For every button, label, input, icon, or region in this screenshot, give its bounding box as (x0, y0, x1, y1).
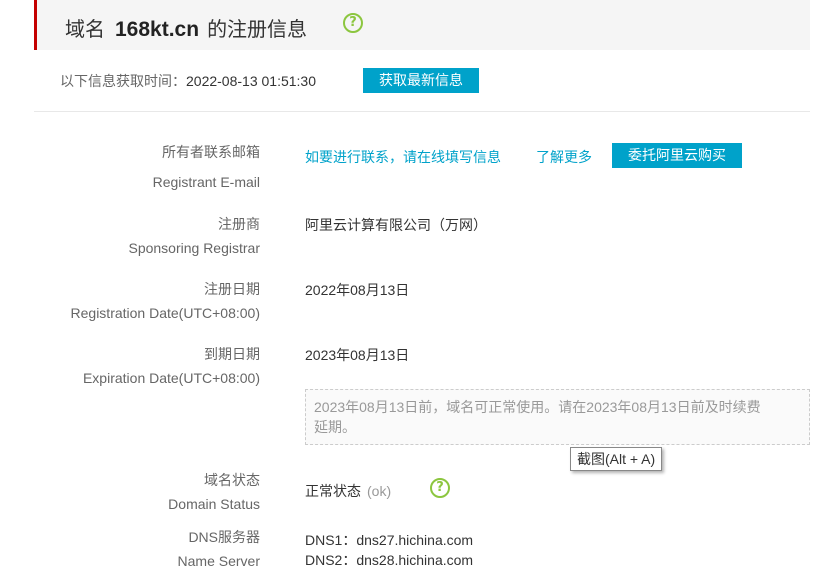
page-header: 域名 168kt.cn 的注册信息 ? (34, 0, 810, 50)
domain-status-text: 正常状态 (305, 483, 361, 499)
dns-server-item: DNS1：dns27.hichina.com (305, 532, 474, 548)
fetch-time-label: 以下信息获取时间： (60, 73, 186, 89)
registration-date-label: 注册日期 Registration Date(UTC+08:00) (71, 277, 260, 325)
online-contact-link[interactable]: 如要进行联系，请在线填写信息 (305, 147, 501, 167)
domain-status-code: (ok) (367, 483, 392, 499)
registrar-label-en: Sponsoring Registrar (128, 240, 260, 256)
expiration-date-value: 2023年08月13日 (305, 347, 410, 363)
expiration-notice-line1: 2023年08月13日前，域名可正常使用。请在2023年08月13日前及时续费 (314, 399, 761, 415)
registrant-email-label-en: Registrant E-mail (152, 174, 260, 190)
registrar-label: 注册商 Sponsoring Registrar (128, 212, 260, 260)
registration-date-value: 2022年08月13日 (305, 282, 410, 298)
expiration-notice: 2023年08月13日前，域名可正常使用。请在2023年08月13日前及时续费 … (305, 389, 810, 445)
dns-server-item: DNS2：dns28.hichina.com (305, 552, 474, 568)
refresh-info-button[interactable]: 获取最新信息 (363, 68, 479, 93)
registrant-email-label: 所有者联系邮箱 Registrant E-mail (153, 140, 260, 194)
registration-date-label-cn: 注册日期 (204, 281, 260, 297)
question-circle-icon[interactable]: ? (430, 478, 450, 498)
dns-label-cn: DNS服务器 (188, 529, 260, 545)
registration-date-label-en: Registration Date(UTC+08:00) (70, 305, 260, 321)
dns-label: DNS服务器 Name Server (178, 525, 260, 573)
domain-name: 168kt.cn (115, 18, 200, 41)
registrant-email-label-cn: 所有者联系邮箱 (162, 144, 260, 160)
expiration-notice-line2: 延期。 (314, 419, 356, 435)
dns-server-list: DNS1：dns27.hichina.com DNS2：dns28.hichin… (305, 530, 473, 570)
delegate-purchase-button[interactable]: 委托阿里云购买 (612, 143, 742, 168)
title-prefix: 域名 (65, 19, 105, 41)
domain-status-label-en: Domain Status (168, 496, 260, 512)
registrar-value: 阿里云计算有限公司（万网） (305, 217, 487, 233)
domain-status-value: 正常状态 (ok) (305, 481, 391, 501)
page-title: 域名 168kt.cn 的注册信息 (65, 13, 307, 42)
screenshot-tooltip: 截图(Alt + A) (570, 447, 663, 471)
domain-status-label-cn: 域名状态 (204, 472, 260, 488)
domain-status-label: 域名状态 Domain Status (168, 468, 260, 516)
divider (34, 111, 810, 112)
dns-label-en: Name Server (177, 553, 260, 569)
expiration-date-label-en: Expiration Date(UTC+08:00) (82, 370, 260, 386)
registrar-label-cn: 注册商 (218, 216, 260, 232)
expiration-date-label-cn: 到期日期 (204, 346, 260, 362)
fetch-time-value: 2022-08-13 01:51:30 (186, 73, 316, 89)
question-circle-icon[interactable]: ? (343, 13, 363, 33)
expiration-date-label: 到期日期 Expiration Date(UTC+08:00) (83, 342, 260, 390)
learn-more-link[interactable]: 了解更多 (536, 147, 592, 167)
fetch-time-row: 以下信息获取时间：2022-08-13 01:51:30 (60, 71, 316, 91)
title-suffix: 的注册信息 (207, 19, 308, 41)
